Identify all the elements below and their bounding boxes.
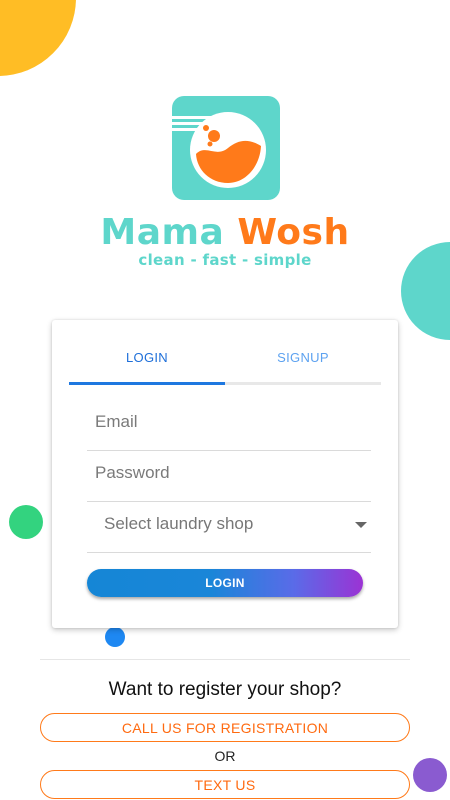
- email-field[interactable]: [95, 412, 355, 432]
- call-for-registration-button[interactable]: CALL US FOR REGISTRATION: [40, 713, 410, 742]
- brand-name: Mama Wosh: [0, 212, 450, 253]
- active-tab-indicator: [69, 382, 225, 385]
- password-field[interactable]: [95, 463, 355, 483]
- or-label: OR: [214, 748, 236, 764]
- decorative-circle-blue: [105, 627, 125, 647]
- password-field-container: [87, 451, 371, 502]
- chevron-down-icon: [355, 522, 367, 528]
- login-button[interactable]: LOGIN: [87, 569, 363, 597]
- brand-tagline: clean - fast - simple: [138, 251, 312, 269]
- auth-tabs: LOGIN SIGNUP: [69, 344, 381, 385]
- text-us-button[interactable]: TEXT US: [40, 770, 410, 799]
- register-shop-question: Want to register your shop?: [108, 679, 342, 700]
- laundry-shop-select[interactable]: Select laundry shop: [87, 502, 371, 553]
- decorative-circle-green: [9, 505, 43, 539]
- login-screen: Mama Wosh clean - fast - simple LOGIN SI…: [0, 0, 450, 800]
- decorative-circle-yellow: [0, 0, 76, 76]
- washing-machine-icon: [172, 112, 266, 188]
- laundry-shop-select-value: Select laundry shop: [104, 514, 254, 533]
- brand-name-first: Mama: [100, 212, 225, 253]
- email-field-container: [87, 400, 371, 451]
- auth-card: LOGIN SIGNUP Select laundry shop LOGIN: [52, 320, 398, 628]
- section-divider: [40, 659, 410, 660]
- tab-login[interactable]: LOGIN: [69, 350, 225, 365]
- app-logo: [172, 96, 280, 200]
- brand-name-second: Wosh: [237, 212, 350, 253]
- tab-signup[interactable]: SIGNUP: [225, 350, 381, 365]
